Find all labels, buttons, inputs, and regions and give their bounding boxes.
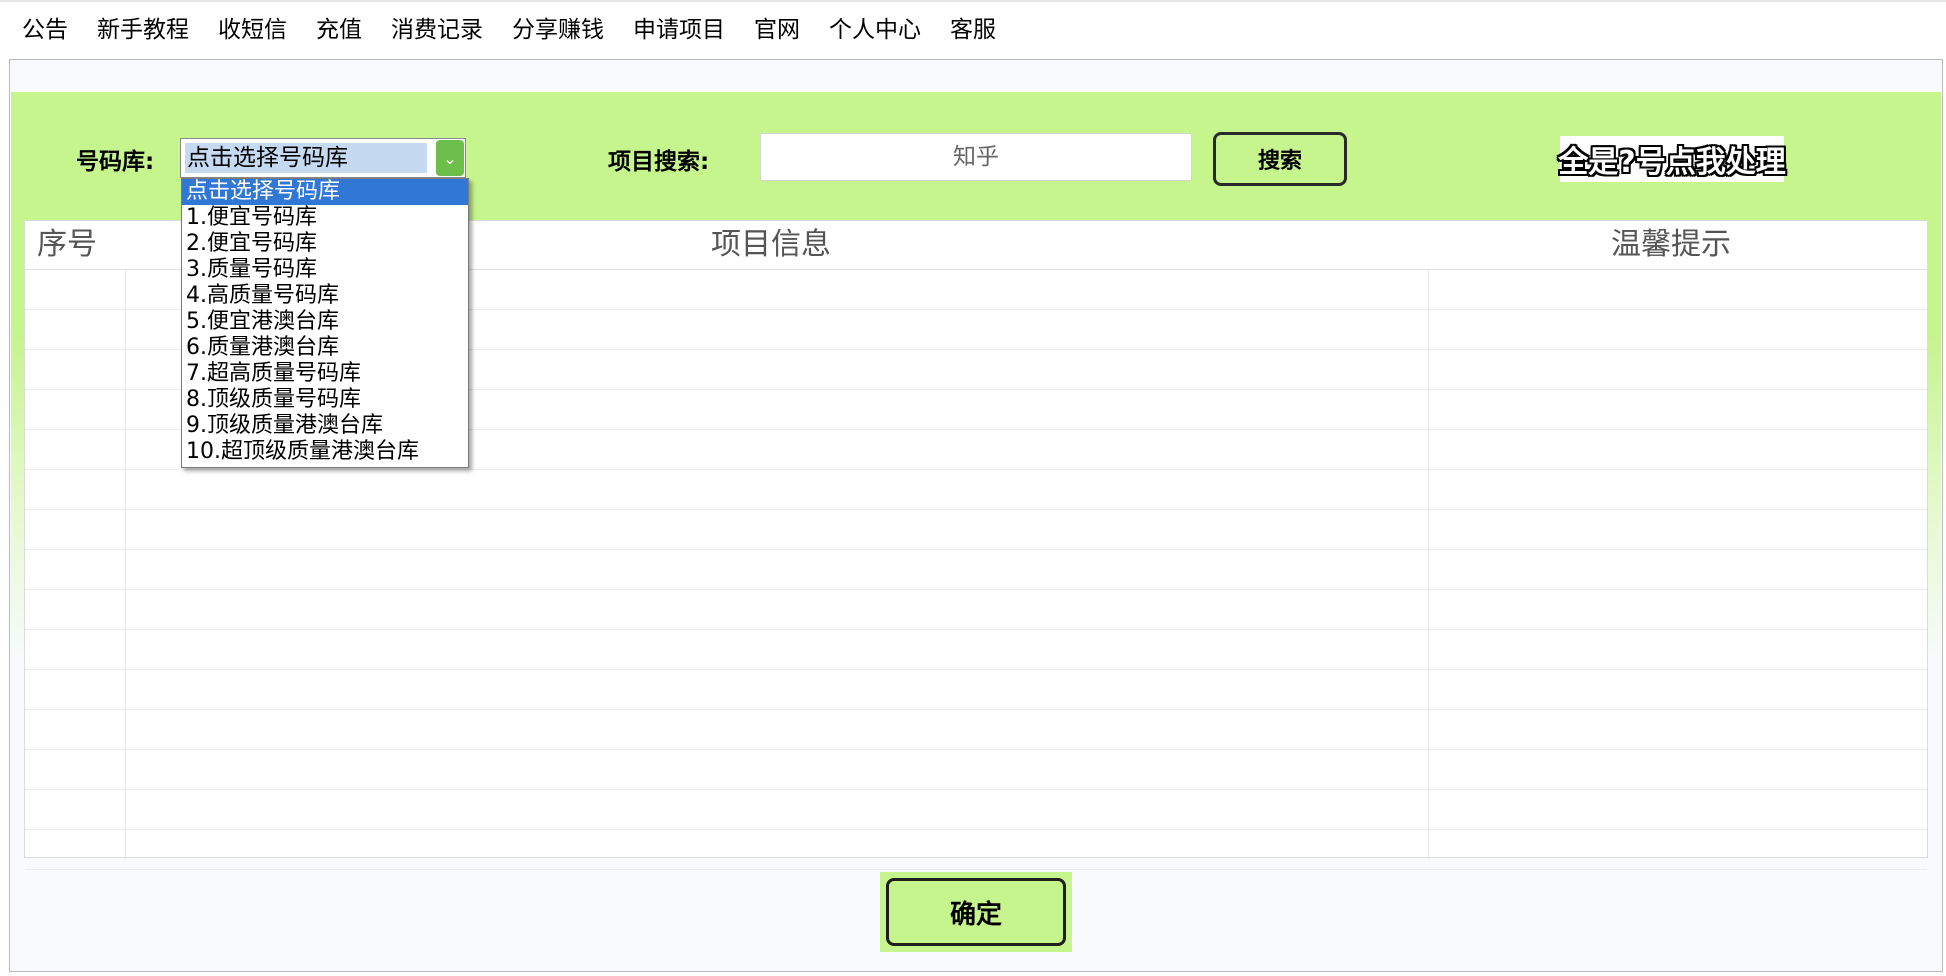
project-search-input[interactable]: 知乎 xyxy=(760,133,1192,181)
table-row[interactable] xyxy=(25,470,1927,510)
menu-consumption-records[interactable]: 消费记录 xyxy=(391,1,483,59)
confirm-area: 确定 xyxy=(880,872,1072,952)
dropdown-option[interactable]: 点击选择号码库 xyxy=(182,179,468,205)
table-row[interactable] xyxy=(25,830,1927,870)
chevron-down-icon[interactable]: ⌄ xyxy=(436,140,464,176)
menu-share-earn[interactable]: 分享赚钱 xyxy=(512,1,604,59)
menu-receive-sms[interactable]: 收短信 xyxy=(218,1,287,59)
dropdown-option[interactable]: 5.便宜港澳台库 xyxy=(182,309,468,335)
number-pool-select[interactable]: 点击选择号码库 ⌄ xyxy=(180,138,466,178)
dropdown-option[interactable]: 9.顶级质量港澳台库 xyxy=(182,413,468,439)
number-pool-label: 号码库: xyxy=(76,149,155,175)
dropdown-option[interactable]: 3.质量号码库 xyxy=(182,257,468,283)
menu-bar: 公告 新手教程 收短信 充值 消费记录 分享赚钱 申请项目 官网 个人中心 客服 xyxy=(0,0,1946,58)
table-row[interactable] xyxy=(25,590,1927,630)
table-row[interactable] xyxy=(25,550,1927,590)
confirm-button[interactable]: 确定 xyxy=(886,878,1066,946)
menu-recharge[interactable]: 充值 xyxy=(316,1,362,59)
menu-announcement[interactable]: 公告 xyxy=(22,1,68,59)
table-row[interactable] xyxy=(25,510,1927,550)
number-pool-selected-value: 点击选择号码库 xyxy=(185,143,427,173)
dropdown-option[interactable]: 8.顶级质量号码库 xyxy=(182,387,468,413)
column-header-info: 项目信息 xyxy=(711,227,831,262)
question-mark-fix-link[interactable]: 全是?号点我处理 xyxy=(1558,136,1786,182)
dropdown-option[interactable]: 2.便宜号码库 xyxy=(182,231,468,257)
menu-personal-center[interactable]: 个人中心 xyxy=(829,1,921,59)
dropdown-option[interactable]: 1.便宜号码库 xyxy=(182,205,468,231)
table-row[interactable] xyxy=(25,710,1927,750)
menu-apply-project[interactable]: 申请项目 xyxy=(633,1,725,59)
table-row[interactable] xyxy=(25,630,1927,670)
dropdown-option[interactable]: 10.超顶级质量港澳台库 xyxy=(182,439,468,465)
table-row[interactable] xyxy=(25,670,1927,710)
column-header-seq: 序号 xyxy=(37,227,97,262)
project-search-label: 项目搜索: xyxy=(608,149,710,175)
number-pool-dropdown: 点击选择号码库 1.便宜号码库 2.便宜号码库 3.质量号码库 4.高质量号码库… xyxy=(181,178,469,468)
dropdown-option[interactable]: 6.质量港澳台库 xyxy=(182,335,468,361)
dropdown-option[interactable]: 7.超高质量号码库 xyxy=(182,361,468,387)
table-row[interactable] xyxy=(25,790,1927,830)
menu-tutorial[interactable]: 新手教程 xyxy=(97,1,189,59)
dropdown-option[interactable]: 4.高质量号码库 xyxy=(182,283,468,309)
search-button[interactable]: 搜索 xyxy=(1213,132,1347,186)
column-header-tip: 温馨提示 xyxy=(1611,227,1731,262)
menu-customer-service[interactable]: 客服 xyxy=(950,1,996,59)
table-row[interactable] xyxy=(25,750,1927,790)
menu-official-site[interactable]: 官网 xyxy=(754,1,800,59)
